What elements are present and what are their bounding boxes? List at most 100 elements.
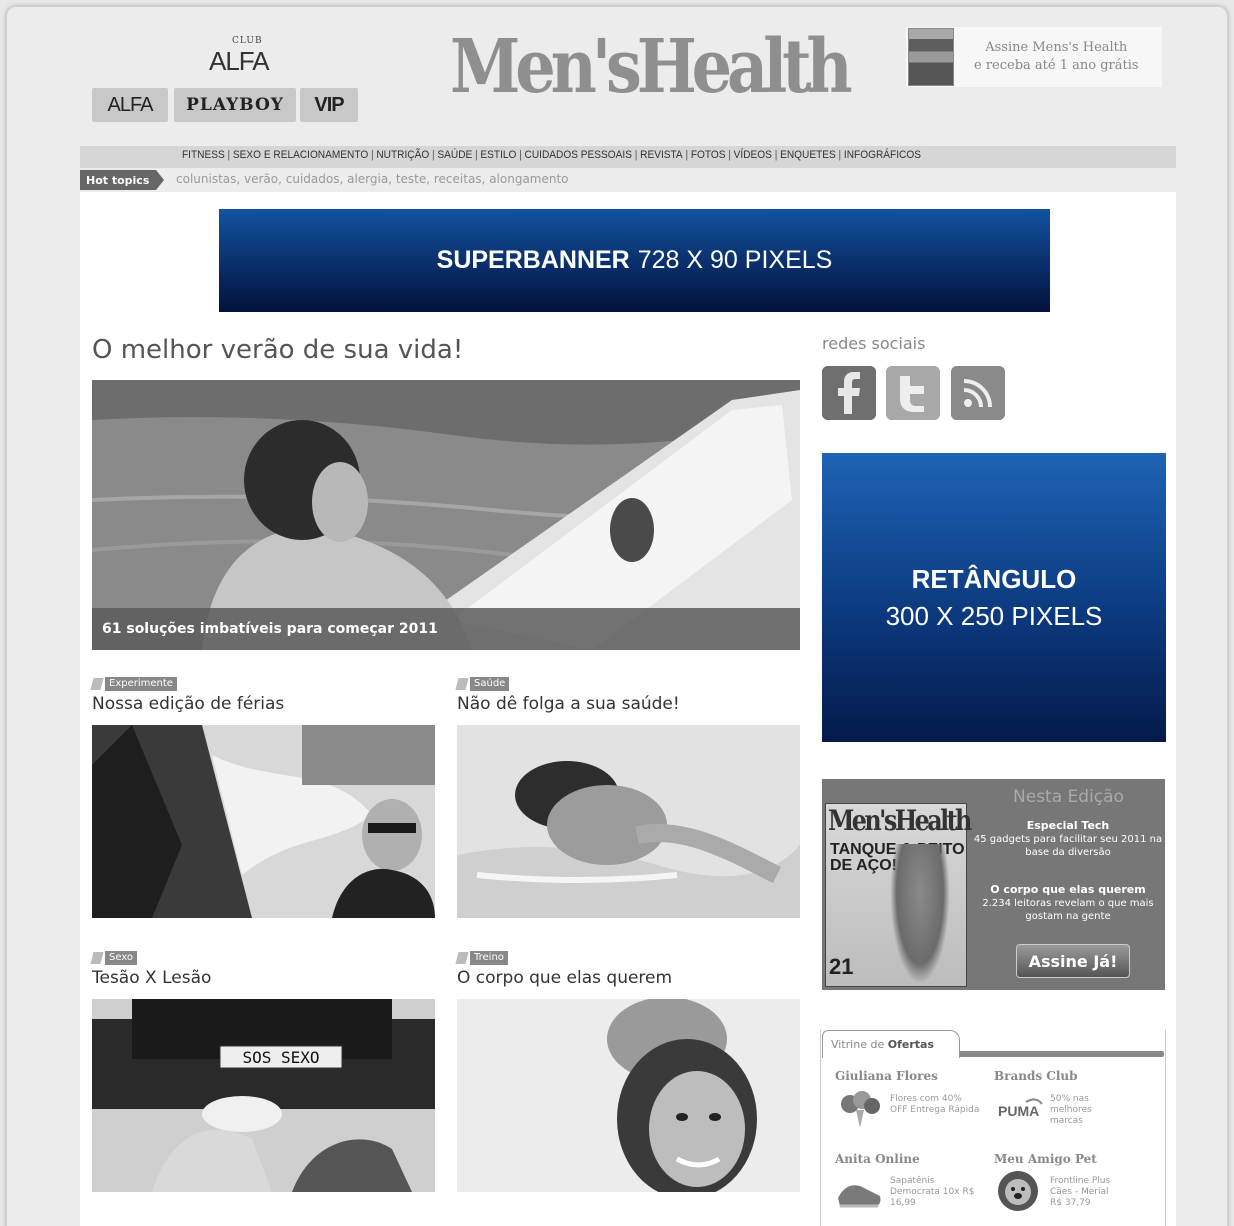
vitrine-tab[interactable]: Vitrine de Ofertas [822, 1030, 960, 1058]
hot-topics-links[interactable]: colunistas, verão, cuidados, alergia, te… [176, 172, 569, 186]
hero-image[interactable]: 61 soluções imbatíveis para começar 2011 [92, 380, 800, 650]
tag-badge: Sexo [105, 950, 138, 965]
nav-estilo[interactable]: ESTILO [480, 149, 516, 161]
nav-enquetes[interactable]: ENQUETES [780, 149, 836, 161]
article-title[interactable]: Tesão X Lesão [92, 968, 211, 988]
nesta-item-2-text: 2.234 leitoras revelam o que mais gostam… [982, 898, 1154, 922]
article-title[interactable]: Nossa edição de férias [92, 694, 284, 714]
nesta-item-2: O corpo que elas querem 2.234 leitoras r… [972, 883, 1164, 923]
tag-treino[interactable]: Treino [455, 950, 508, 965]
nav-cuidados[interactable]: CUIDADOS PESSOAIS [525, 149, 632, 161]
superbanner-ad[interactable]: SUPERBANNER 728 X 90 PIXELS [219, 209, 1050, 312]
facebook-icon[interactable] [822, 366, 876, 420]
nav-infograficos[interactable]: INFOGRÁFICOS [844, 149, 921, 161]
brand-alfa-button[interactable]: ALFA [92, 88, 168, 122]
brand-playboy-button[interactable]: PLAYBOY [174, 88, 296, 122]
article-image[interactable] [457, 999, 800, 1192]
nav-separator: | [685, 149, 689, 161]
nesta-item-1-title: Especial Tech [1026, 819, 1110, 832]
hero-title[interactable]: O melhor verão de sua vida! [92, 335, 463, 365]
nav-separator: | [227, 149, 231, 161]
shop-pet-desc[interactable]: Frontline Plus Cães - Merial R$ 37,79 [1050, 1176, 1122, 1209]
shop-giuliana-flores[interactable]: Giuliana Flores [835, 1069, 938, 1083]
shop-anita-online[interactable]: Anita Online [835, 1152, 920, 1166]
shoe-image[interactable] [836, 1170, 884, 1214]
tag-saude[interactable]: Saúde [455, 676, 510, 691]
nav-separator: | [728, 149, 731, 161]
subscribe-text: Assine Mens's Health e receba até 1 ano … [974, 39, 1139, 75]
puma-logo-image[interactable]: PUMA [996, 1096, 1044, 1126]
nav-separator: | [634, 149, 638, 161]
brand-vip-button[interactable]: VIP [300, 88, 358, 122]
tag-badge: Treino [470, 950, 508, 965]
magazine-cover-logo: Men'sHealth [828, 804, 972, 837]
superbanner-title: SUPERBANNER [436, 246, 630, 274]
nesta-item-1-text: 45 gadgets para facilitar seu 2011 na ba… [973, 834, 1163, 858]
subscribe-box[interactable]: Assine Mens's Health e receba até 1 ano … [906, 27, 1162, 87]
nav-nutricao[interactable]: NUTRIÇÃO [376, 149, 429, 161]
retangulo-ad[interactable]: RETÂNGULO 300 X 250 PIXELS [822, 453, 1166, 742]
article-image[interactable]: SOS SEXO [92, 999, 435, 1192]
hot-topics-row: Hot topics colunistas, verão, cuidados, … [80, 170, 1176, 190]
retangulo-size: 300 X 250 PIXELS [885, 600, 1103, 631]
magazine-thumbnail [908, 28, 954, 86]
assine-ja-button[interactable]: Assine Já! [1016, 944, 1130, 978]
nav-fotos[interactable]: FOTOS [691, 149, 726, 161]
club-label: CLUB [232, 36, 263, 46]
fashion-photo [92, 725, 435, 918]
article-title[interactable]: Não dê folga a sua saúde! [457, 694, 680, 714]
license-plate: SOS SEXO [242, 1048, 319, 1067]
car-photo: SOS SEXO [92, 999, 435, 1192]
couple-photo [457, 999, 800, 1192]
nav-separator: | [475, 149, 478, 161]
pencil-icon [455, 677, 469, 690]
nav-saude[interactable]: SAÚDE [437, 149, 472, 161]
nav-sexo[interactable]: SEXO E RELACIONAMENTO [233, 149, 368, 161]
shop-brands-club[interactable]: Brands Club [994, 1069, 1078, 1083]
nesta-item-2-title: O corpo que elas querem [990, 883, 1146, 896]
nesta-edicao-heading: Nesta Edição [1013, 787, 1124, 807]
nav-separator: | [431, 149, 435, 161]
flowers-image[interactable] [836, 1088, 884, 1132]
nav-separator: | [838, 149, 842, 161]
club-alfa-logo[interactable]: ALFA [209, 46, 270, 77]
tag-badge: Experimente [105, 676, 177, 691]
nav-videos[interactable]: VÍDEOS [734, 149, 772, 161]
article-title[interactable]: O corpo que elas querem [457, 968, 672, 988]
hero-caption[interactable]: 61 soluções imbatíveis para começar 2011 [92, 608, 800, 650]
nav-separator: | [370, 149, 374, 161]
nav-fitness[interactable]: FITNESS [182, 149, 225, 161]
magazine-cover[interactable]: Men'sHealth TANQUE & PEITO DE AÇO! 21 [825, 803, 972, 987]
rss-icon[interactable] [951, 366, 1005, 420]
nav-revista[interactable]: REVISTA [640, 149, 683, 161]
magazine-cover-number: 21 [829, 954, 854, 979]
shop-anita-desc[interactable]: Sapatênis Democrata 10x R$ 16,99 [890, 1176, 982, 1209]
shop-giuliana-desc[interactable]: Flores com 40% OFF Entrega Rápida [890, 1094, 982, 1116]
nesta-edicao-box: Men'sHealth TANQUE & PEITO DE AÇO! 21 Ne… [822, 779, 1165, 990]
shop-meu-amigo-pet[interactable]: Meu Amigo Pet [994, 1152, 1097, 1166]
vitrine-tab-prefix: Vitrine de [831, 1038, 885, 1051]
nav-separator: | [774, 149, 778, 161]
hot-topics-arrow-icon [156, 170, 164, 190]
nav-separator: | [519, 149, 522, 161]
swimmer-photo [457, 725, 800, 918]
pencil-icon [90, 677, 104, 690]
shop-brands-desc[interactable]: 50% nas melhores marcas [1050, 1094, 1110, 1127]
article-image[interactable] [457, 725, 800, 918]
social-networks-label: redes sociais [822, 334, 926, 353]
tag-experimente[interactable]: Experimente [90, 676, 177, 691]
pet-image[interactable] [996, 1170, 1040, 1216]
tag-sexo[interactable]: Sexo [90, 950, 138, 965]
twitter-icon[interactable] [886, 366, 940, 420]
subscribe-line1: Assine Mens's Health [985, 40, 1128, 55]
subscribe-line2: e receba até 1 ano grátis [974, 58, 1139, 73]
tag-badge: Saúde [470, 676, 510, 691]
mens-health-logo[interactable]: Men'sHealth [450, 30, 853, 104]
article-image[interactable] [92, 725, 435, 918]
hot-topics-label: Hot topics [80, 170, 156, 190]
svg-text:PUMA: PUMA [998, 1103, 1039, 1119]
main-nav: FITNESS | SEXO E RELACIONAMENTO | NUTRIÇÃO… [80, 146, 1176, 168]
vitrine-tab-line [958, 1051, 1164, 1057]
pencil-icon [90, 951, 104, 964]
vitrine-tab-title: Ofertas [887, 1038, 934, 1051]
